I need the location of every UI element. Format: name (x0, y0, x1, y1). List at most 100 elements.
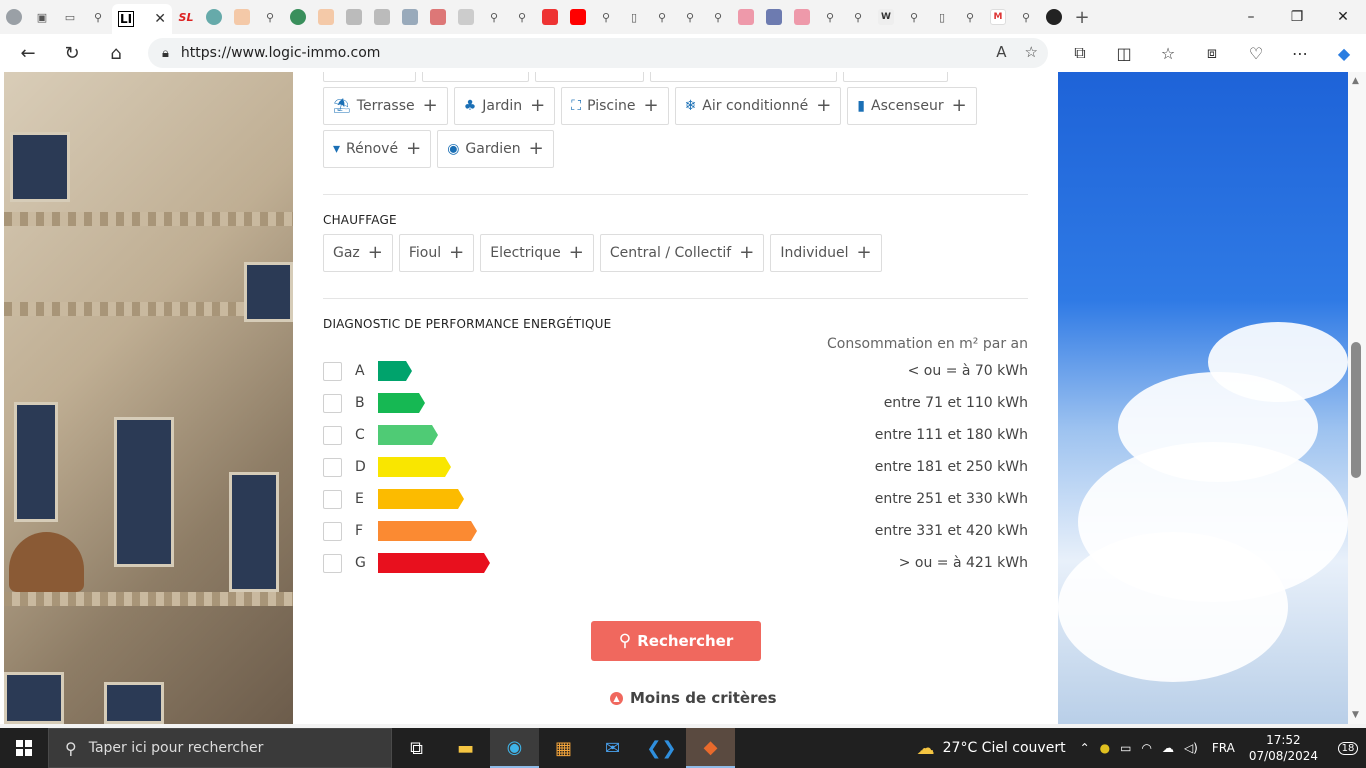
amenity-chip-piscine[interactable]: ⛶ Piscine + (561, 87, 669, 125)
volume-icon[interactable]: ◁) (1184, 741, 1198, 755)
page-scrollbar[interactable]: ▲ ▼ (1348, 72, 1366, 724)
dpe-checkbox[interactable] (323, 457, 342, 477)
split-screen-icon[interactable]: ◫ (1102, 44, 1146, 63)
document-tab-icon[interactable]: ▯ (620, 4, 648, 30)
scroll-up-icon[interactable]: ▲ (1352, 76, 1359, 86)
tab-favicon-icon[interactable] (228, 4, 256, 30)
tab-search-icon[interactable]: ⚲ (956, 4, 984, 30)
language-indicator[interactable]: FRA (1212, 741, 1235, 755)
tab-favicon-icon[interactable] (368, 4, 396, 30)
tab-favicon-icon[interactable]: SL (172, 4, 200, 30)
youtube-tab-icon[interactable] (564, 4, 592, 30)
tab-search-icon[interactable]: ⚲ (1012, 4, 1040, 30)
edge-icon[interactable]: ◉ (490, 728, 539, 768)
tab-search-icon[interactable]: ⚲ (84, 4, 112, 30)
battery-icon[interactable]: ▭ (1120, 741, 1131, 755)
amenity-chip[interactable] (535, 72, 644, 82)
home-icon[interactable]: ⌂ (94, 34, 138, 72)
dpe-checkbox[interactable] (323, 553, 342, 573)
tab-search-icon[interactable]: ⚲ (480, 4, 508, 30)
file-explorer-icon[interactable]: ▬ (441, 728, 490, 768)
tab-favicon-icon[interactable] (732, 4, 760, 30)
tab-actions-icon[interactable]: ▭ (56, 4, 84, 30)
tab-search-icon[interactable]: ⚲ (900, 4, 928, 30)
php-tab-icon[interactable] (760, 4, 788, 30)
tab-search-icon[interactable]: ⚲ (256, 4, 284, 30)
tab-search-icon[interactable]: ⚲ (844, 4, 872, 30)
tab-search-icon[interactable]: ⚲ (816, 4, 844, 30)
tab-search-icon[interactable]: ⚲ (704, 4, 732, 30)
amenity-chip-jardin[interactable]: ♣ Jardin + (453, 87, 556, 125)
youtube-tab-icon[interactable] (536, 4, 564, 30)
copilot-icon[interactable]: ◆ (1322, 44, 1366, 63)
tab-favicon-icon[interactable] (340, 4, 368, 30)
lock-icon[interactable]: 🔒︎ (162, 46, 169, 61)
tab-search-icon[interactable]: ⚲ (648, 4, 676, 30)
clock[interactable]: 17:52 07/08/2024 (1249, 732, 1318, 764)
scrollbar-thumb[interactable] (1351, 342, 1361, 478)
dpe-checkbox[interactable] (323, 425, 342, 445)
dpe-checkbox[interactable] (323, 521, 342, 541)
heating-chip-individuel[interactable]: Individuel + (770, 234, 882, 272)
amenity-chip-terrasse[interactable]: ⛱ Terrasse + (323, 87, 448, 125)
tab-search-icon[interactable]: ⚲ (676, 4, 704, 30)
wifi-icon[interactable]: ◠ (1141, 741, 1151, 755)
microsoft-store-icon[interactable]: ▦ (539, 728, 588, 768)
wikipedia-tab-icon[interactable]: W (872, 4, 900, 30)
back-icon[interactable]: ← (6, 34, 50, 72)
amenity-chip[interactable] (650, 72, 837, 82)
task-view-icon[interactable]: ⧉ (392, 728, 441, 768)
more-menu-icon[interactable]: ⋯ (1278, 44, 1322, 63)
dpe-checkbox[interactable] (323, 393, 342, 413)
read-aloud-icon[interactable]: A (996, 43, 1006, 61)
tab-favicon-icon[interactable]: ▯ (928, 4, 956, 30)
gmail-tab-icon[interactable]: M (984, 4, 1012, 30)
windows-start-icon[interactable] (0, 728, 48, 768)
vscode-icon[interactable]: ❮❯ (637, 728, 686, 768)
amenity-chip-air-conditionne[interactable]: ❄ Air conditionné + (674, 87, 842, 125)
address-bar[interactable]: 🔒︎ https://www.logic-immo.com A ☆ (148, 38, 1048, 68)
tab-search-icon[interactable]: ⚲ (508, 4, 536, 30)
heating-chip-fioul[interactable]: Fioul + (398, 234, 475, 272)
tab-favicon-icon[interactable] (424, 4, 452, 30)
scroll-down-icon[interactable]: ▼ (1352, 710, 1359, 720)
tab-favicon-icon[interactable] (452, 4, 480, 30)
security-icon[interactable]: ● (1100, 741, 1110, 755)
mail-icon[interactable]: ✉ (588, 728, 637, 768)
close-window-icon[interactable]: ✕ (1320, 0, 1366, 34)
new-tab-icon[interactable]: + (1068, 4, 1096, 30)
heating-chip-electrique[interactable]: Electrique + (480, 234, 594, 272)
refresh-icon[interactable]: ↻ (50, 34, 94, 72)
heating-chip-central-collectif[interactable]: Central / Collectif + (599, 234, 765, 272)
browser-essentials-icon[interactable]: ♡ (1234, 44, 1278, 63)
amenity-chip[interactable] (323, 72, 416, 82)
profile-icon[interactable] (0, 4, 28, 30)
tab-search-icon[interactable]: ⚲ (592, 4, 620, 30)
tab-favicon-icon[interactable] (788, 4, 816, 30)
tab-favicon-icon[interactable] (396, 4, 424, 30)
favorite-star-icon[interactable]: ☆ (1025, 43, 1038, 61)
amenity-chip-gardien[interactable]: ◉ Gardien + (437, 130, 554, 168)
close-tab-icon[interactable]: ✕ (154, 11, 166, 27)
notifications-icon[interactable]: 18 (1330, 741, 1366, 755)
tab-favicon-icon[interactable] (200, 4, 228, 30)
url-text[interactable]: https://www.logic-immo.com (181, 45, 381, 61)
search-button[interactable]: ⚲ Rechercher (591, 621, 761, 661)
favorites-icon[interactable]: ☆ (1146, 44, 1190, 63)
github-tab-icon[interactable] (1040, 4, 1068, 30)
restore-icon[interactable]: ❐ (1274, 0, 1320, 34)
amenity-chip-renove[interactable]: ▾ Rénové + (323, 130, 432, 168)
cloud-icon[interactable]: ☁ (1162, 741, 1174, 755)
amenity-chip-ascenseur[interactable]: ▮ Ascenseur + (847, 87, 977, 125)
heating-chip-gaz[interactable]: Gaz + (323, 234, 393, 272)
amenity-chip[interactable] (843, 72, 948, 82)
collections-icon[interactable]: ⧈ (1190, 43, 1234, 63)
tab-active[interactable]: LI ✕ (112, 4, 172, 34)
minimize-icon[interactable]: – (1228, 0, 1274, 34)
show-hidden-icons-icon[interactable]: ⌃ (1080, 741, 1090, 755)
app-icon[interactable]: ◆ (686, 728, 735, 768)
less-criteria-link[interactable]: ▲ Moins de critères (610, 689, 777, 707)
extensions-icon[interactable]: ⧉ (1058, 43, 1102, 63)
dpe-checkbox[interactable] (323, 489, 342, 509)
dpe-checkbox[interactable] (323, 361, 342, 381)
